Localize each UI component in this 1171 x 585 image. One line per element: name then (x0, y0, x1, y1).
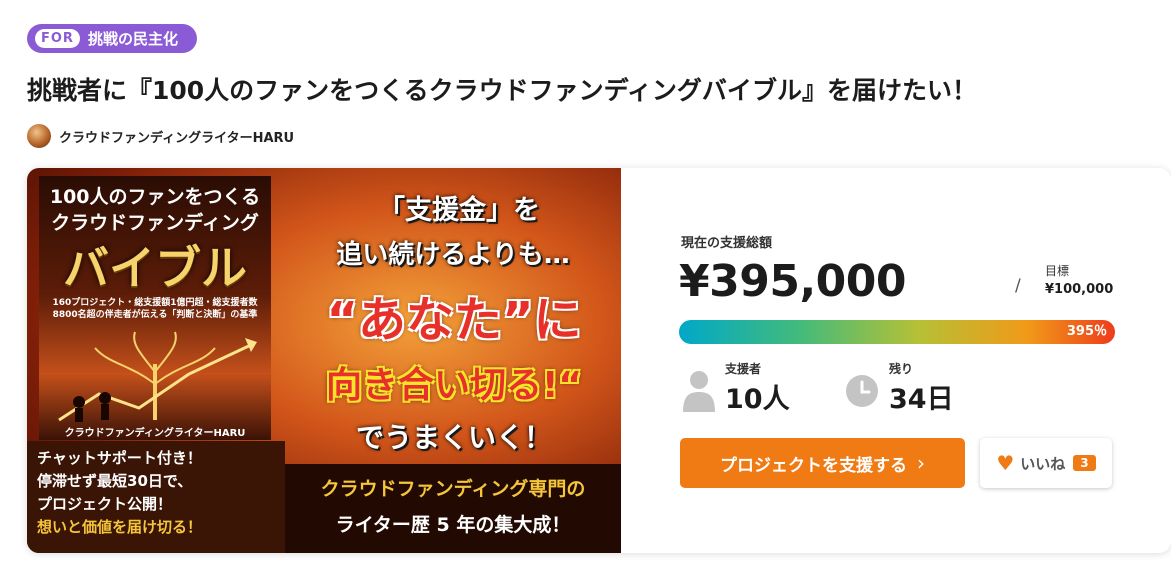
progress-percent: 395％ (1066, 324, 1107, 339)
avatar[interactable] (27, 124, 51, 148)
remaining-label: 残り (889, 362, 914, 376)
goal-label: 目標 (1045, 264, 1070, 278)
catch-copy-3: “あなた”に (326, 292, 582, 348)
back-project-button[interactable]: プロジェクトを支援する › (680, 438, 965, 488)
book-cover: 100人のファンをつくる クラウドファンディング バイブル 160プロジェクト・… (39, 176, 271, 440)
project-owner[interactable]: クラウドファンディングライターHARU (27, 124, 294, 148)
like-count: 3 (1073, 455, 1096, 471)
book-title-line-1: 100人のファンをつくる (49, 186, 261, 208)
total-label: 現在の支援総額 (681, 236, 773, 251)
clock-icon (846, 375, 878, 407)
heart-icon: ♥ (996, 451, 1015, 475)
back-project-label: プロジェクトを支援する (720, 455, 907, 476)
remaining-days: 34日 (889, 384, 954, 415)
catch-copy-1: 「支援金」を (378, 195, 540, 226)
project-card: 100人のファンをつくる クラウドファンディング バイブル 160プロジェクト・… (27, 168, 1171, 553)
supporters-label: 支援者 (725, 362, 762, 376)
catch-copy-2: 追い続けるよりも… (336, 240, 570, 270)
project-banner-image: 100人のファンをつくる クラウドファンディング バイブル 160プロジェクト・… (27, 168, 621, 553)
book-subtitle: 160プロジェクト・総支援額1億円超・総支援者数8800名超の伴走者が伝える「判… (52, 298, 258, 320)
project-title: 挑戦者に『100人のファンをつくるクラウドファンディングバイブル』を届けたい！ (27, 76, 977, 105)
owner-name[interactable]: クラウドファンディングライターHARU (59, 127, 294, 146)
banner-footer-line-2: ライター歴 5 年の集大成！ (335, 514, 571, 536)
tree-illustration (58, 331, 257, 422)
chat-line-4: 想いと価値を届け切る！ (37, 518, 203, 536)
goal-amount: ¥100,000 (1045, 282, 1114, 297)
chat-line-3: プロジェクト公開！ (37, 495, 173, 513)
chat-line-2: 停滞せず最短30日で、 (37, 472, 193, 490)
chat-support-box: チャットサポート付き！ 停滞せず最短30日で、 プロジェクト公開！ 想いと価値を… (27, 441, 285, 553)
catch-copy-4: 向き合い切る!“ (325, 365, 583, 406)
chat-line-1: チャットサポート付き！ (37, 449, 202, 467)
goal-separator: / (1015, 276, 1021, 296)
chevron-right-icon: › (917, 451, 925, 475)
total-amount: ¥395,000 (679, 256, 907, 307)
category-tag[interactable]: FOR 挑戦の民主化 (27, 24, 197, 53)
book-title-line-2: クラウドファンディング (51, 212, 259, 234)
tag-prefix: FOR (35, 29, 80, 48)
funding-stats-panel: 現在の支援総額 ¥395,000 / 目標 ¥100,000 395％ 支援者 … (621, 168, 1171, 553)
like-label: いいね (1020, 454, 1066, 473)
book-title-line-3: バイブル (63, 241, 247, 295)
book-author: クラウドファンディングライターHARU (64, 428, 246, 439)
like-button[interactable]: ♥ いいね 3 (980, 438, 1112, 488)
banner-footer: クラウドファンディング専門の ライター歴 5 年の集大成！ (285, 464, 621, 553)
progress-bar: 395％ (679, 320, 1115, 344)
banner-footer-line-1: クラウドファンディング専門の (320, 478, 586, 500)
person-icon (683, 371, 715, 412)
supporters-count: 10人 (725, 384, 790, 415)
tag-label: 挑戦の民主化 (87, 30, 178, 48)
catch-copy-5: でうまくいく！ (355, 421, 552, 454)
